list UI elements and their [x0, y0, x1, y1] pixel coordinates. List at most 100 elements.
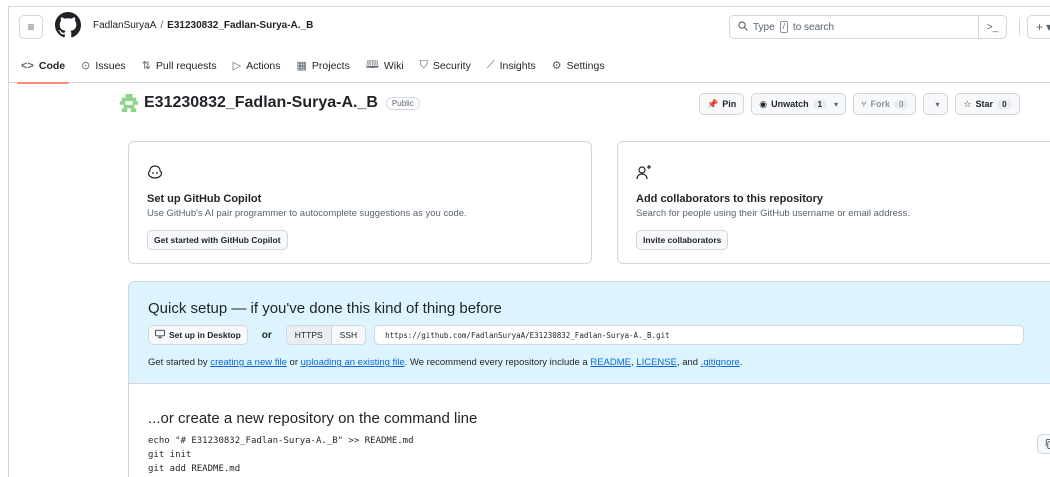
quick-setup-panel: Quick setup — if you've done this kind o… [128, 281, 1050, 477]
star-button[interactable]: ☆ Star 0 [955, 93, 1020, 115]
tab-label: Projects [311, 59, 350, 72]
tab-label: Pull requests [155, 59, 217, 72]
star-icon: ☆ [963, 98, 972, 109]
gitignore-link[interactable]: .gitignore [701, 357, 740, 368]
tab-settings[interactable]: ⚙ Settings [544, 49, 613, 83]
tab-label: Wiki [383, 59, 404, 72]
global-header: ≡ FadlanSuryaA / E31230832_Fadlan-Surya-A.… [9, 7, 1050, 47]
copilot-card: Set up GitHub Copilot Use GitHub's AI pa… [128, 141, 592, 264]
search-placeholder-prefix: Type [753, 21, 775, 33]
copilot-card-title: Set up GitHub Copilot [147, 193, 262, 205]
repo-actions: 📌 Pin ◉ Unwatch 1 ▾ ⑂ Fork 0 ▾ ☆ Star 0 [699, 93, 1020, 115]
gear-icon: ⚙ [551, 60, 562, 72]
tab-label: Code [38, 59, 66, 72]
readme-link[interactable]: README [590, 357, 631, 368]
create-new-button[interactable]: + ▾ [1027, 15, 1050, 39]
visibility-badge: Public [385, 96, 420, 110]
person-add-icon [636, 165, 651, 180]
ssh-toggle[interactable]: SSH [330, 326, 366, 344]
pull-request-icon: ⇅ [141, 60, 151, 72]
terminal-icon: >_ [986, 21, 999, 33]
tab-insights[interactable]: ⟋ Insights [479, 49, 544, 83]
protocol-toggle: HTTPS SSH [285, 325, 367, 345]
copilot-icon [147, 165, 163, 179]
desktop-icon [155, 329, 165, 341]
breadcrumb: FadlanSuryaA / E31230832_Fadlan-Surya-A._B [93, 20, 313, 31]
shield-icon: ⛉ [419, 59, 428, 71]
tab-label: Security [432, 59, 471, 72]
unwatch-label: Unwatch [771, 99, 809, 109]
help-text: . [739, 357, 743, 368]
chevron-down-icon: ▾ [935, 99, 940, 109]
license-link[interactable]: LICENSE [636, 357, 677, 368]
repo-title-row: E31230832_Fadlan-Surya-A._B Public [120, 94, 420, 112]
tab-security[interactable]: ⛉ Security [412, 49, 479, 83]
search-icon [738, 20, 748, 34]
tab-pull-requests[interactable]: ⇅ Pull requests [134, 49, 225, 83]
collaborators-card: Add collaborators to this repository Sea… [617, 141, 1050, 264]
quick-setup-help-text: Get started by creating a new file or up… [148, 357, 742, 368]
create-new-file-link[interactable]: creating a new file [210, 357, 287, 368]
quick-setup-title: Quick setup — if you've done this kind o… [148, 300, 502, 317]
pin-icon: 📌 [707, 98, 719, 109]
repo-name[interactable]: E31230832_Fadlan-Surya-A._B [144, 94, 378, 112]
search-input[interactable]: Type / to search >_ [729, 15, 1007, 39]
copy-commands-button[interactable] [1037, 434, 1050, 454]
command-palette-button[interactable]: >_ [978, 15, 1006, 39]
browser-frame: ≡ FadlanSuryaA / E31230832_Fadlan-Surya-A.… [8, 6, 1050, 477]
https-toggle[interactable]: HTTPS [286, 326, 331, 344]
tab-actions[interactable]: ▷ Actions [225, 49, 289, 83]
star-label: Star [975, 99, 994, 109]
breadcrumb-owner-link[interactable]: FadlanSuryaA [93, 20, 156, 31]
fork-button[interactable]: ⑂ Fork 0 [853, 93, 917, 115]
watch-count: 1 [812, 99, 828, 109]
tab-label: Insights [499, 59, 536, 72]
issue-icon: ⊙ [81, 60, 91, 72]
copilot-card-description: Use GitHub's AI pair programmer to autoc… [147, 208, 467, 219]
tab-label: Actions [246, 59, 281, 72]
fork-dropdown-button[interactable]: ▾ [923, 93, 949, 115]
tab-label: Issues [95, 59, 126, 72]
clone-url-field[interactable]: https://github.com/FadlanSuryaA/E3123083… [374, 325, 1025, 345]
upload-existing-file-link[interactable]: uploading an existing file [301, 357, 405, 368]
fork-label: Fork [870, 99, 890, 109]
plus-icon: + [1036, 20, 1044, 34]
invite-collaborators-button[interactable]: Invite collaborators [636, 230, 729, 250]
fork-icon: ⑂ [861, 99, 867, 109]
pin-button[interactable]: 📌 Pin [699, 93, 745, 115]
collaborators-card-description: Search for people using their GitHub use… [636, 208, 911, 219]
tab-code[interactable]: <> Code [13, 49, 73, 84]
pin-label: Pin [722, 99, 737, 109]
eye-icon: ◉ [759, 98, 768, 109]
chevron-down-icon: ▾ [834, 99, 839, 109]
help-text: or [286, 357, 301, 368]
copilot-get-started-button[interactable]: Get started with GitHub Copilot [147, 230, 288, 250]
help-text: , and [676, 357, 701, 368]
menu-button[interactable]: ≡ [19, 15, 43, 39]
setup-desktop-button[interactable]: Set up in Desktop [148, 325, 248, 345]
tab-wiki[interactable]: 🕮 Wiki [358, 49, 412, 83]
help-text: Get started by [148, 357, 211, 368]
play-icon: ▷ [232, 60, 242, 72]
command-line-title: ...or create a new repository on the com… [148, 410, 478, 427]
quick-setup-header: Quick setup — if you've done this kind o… [129, 282, 1050, 384]
header-divider [1019, 19, 1020, 35]
help-text: . We recommend every repository include … [404, 357, 591, 368]
repo-nav: <> Code ⊙ Issues ⇅ Pull requests ▷ Actio… [9, 49, 1050, 84]
repo-owner-avatar[interactable] [120, 94, 138, 112]
command-line-code: echo "# E31230832_Fadlan-Surya-A._B" >> … [148, 436, 414, 474]
breadcrumb-separator: / [160, 20, 164, 31]
breadcrumb-repo-link[interactable]: E31230832_Fadlan-Surya-A._B [167, 20, 313, 31]
search-shortcut-key: / [779, 21, 788, 33]
unwatch-button[interactable]: ◉ Unwatch 1 ▾ [751, 93, 847, 115]
tab-label: Settings [566, 59, 605, 72]
graph-icon: ⟋ [486, 59, 495, 71]
or-label: or [261, 329, 272, 341]
table-icon: ▦ [296, 60, 307, 72]
tab-issues[interactable]: ⊙ Issues [73, 49, 134, 83]
book-icon: 🕮 [365, 59, 379, 71]
setup-desktop-label: Set up in Desktop [169, 330, 241, 340]
fork-count: 0 [894, 99, 909, 109]
github-logo-icon[interactable] [55, 12, 81, 38]
tab-projects[interactable]: ▦ Projects [289, 49, 358, 83]
